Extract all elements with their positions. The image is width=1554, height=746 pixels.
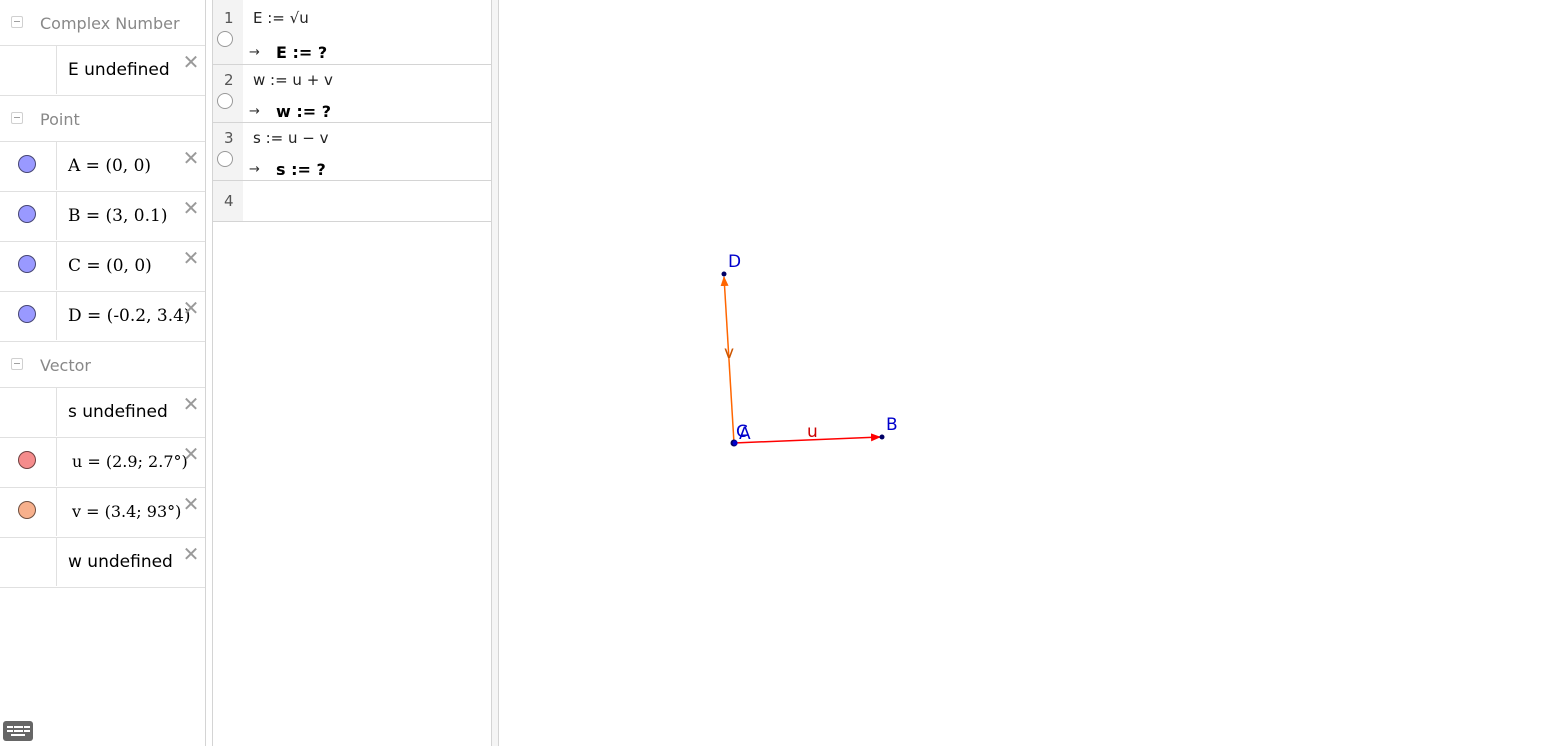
visibility-marble[interactable]: [18, 451, 36, 469]
delete-icon[interactable]: ✕: [181, 394, 201, 414]
group-label: Vector: [40, 356, 91, 375]
point-D-label: D: [728, 252, 741, 272]
cas-row-radio[interactable]: [217, 93, 233, 109]
group-label: Point: [40, 110, 80, 129]
point-B[interactable]: [879, 434, 885, 440]
group-label: Complex Number: [40, 14, 180, 33]
algebra-item-s[interactable]: s undefined ✕: [0, 387, 205, 437]
algebra-item-E[interactable]: E undefined ✕: [0, 45, 205, 95]
group-header-point[interactable]: Point: [0, 95, 205, 141]
cas-output-arrow: →: [249, 104, 260, 119]
algebra-item-text: A = (0, 0): [68, 156, 152, 176]
keyboard-key: [26, 730, 30, 732]
marble-cell: [0, 192, 57, 240]
cas-row-header: 2: [213, 65, 243, 122]
cas-output: w := ?: [276, 102, 332, 121]
cas-divider[interactable]: [492, 0, 499, 746]
cas-row-4[interactable]: 4: [213, 181, 491, 222]
point-B-label: B: [886, 415, 898, 435]
cas-row-header: 1: [213, 0, 243, 64]
algebra-item-B[interactable]: B = (3, 0.1) ✕: [0, 191, 205, 241]
cas-row-number: 4: [224, 192, 234, 210]
algebra-item-text: D = (-0.2, 3.4): [68, 306, 191, 326]
algebra-item-w[interactable]: w undefined ✕: [0, 537, 205, 588]
algebra-item-u[interactable]: u = (2.9; 2.7°) ✕: [0, 437, 205, 487]
delete-icon[interactable]: ✕: [181, 198, 201, 218]
algebra-item-text: E undefined: [68, 60, 170, 80]
cas-output-arrow: →: [249, 162, 260, 177]
cas-input[interactable]: w := u + v: [253, 71, 333, 89]
algebra-item-D[interactable]: D = (-0.2, 3.4) ✕: [0, 291, 205, 341]
graphics-view[interactable]: v u C A B D: [499, 0, 1554, 746]
algebra-item-text: B = (3, 0.1): [68, 206, 168, 226]
algebra-item-text: s undefined: [68, 402, 168, 422]
cas-view: 1 E := √u → E := ? 2 w := u + v → w := ?…: [212, 0, 492, 746]
cas-output-arrow: →: [249, 45, 260, 60]
algebra-item-text: w undefined: [68, 552, 173, 572]
cas-row-header: 3: [213, 123, 243, 180]
collapse-icon[interactable]: [11, 358, 23, 370]
marble-cell: [0, 538, 57, 586]
cas-row-radio[interactable]: [217, 151, 233, 167]
delete-icon[interactable]: ✕: [181, 444, 201, 464]
cas-row-header: 4: [213, 181, 243, 221]
visibility-marble[interactable]: [18, 305, 36, 323]
keyboard-key: [26, 726, 30, 728]
visibility-marble[interactable]: [18, 205, 36, 223]
cas-input[interactable]: E := √u: [253, 9, 309, 27]
keyboard-icon[interactable]: [3, 721, 33, 741]
algebra-item-A[interactable]: A = (0, 0) ✕: [0, 141, 205, 191]
marble-cell: [0, 292, 57, 340]
marble-cell: [0, 242, 57, 290]
cas-input[interactable]: s := u − v: [253, 129, 328, 147]
collapse-icon[interactable]: [11, 112, 23, 124]
algebra-item-text: u = (2.9; 2.7°): [72, 452, 188, 471]
point-D[interactable]: [721, 271, 727, 277]
cas-output: s := ?: [276, 160, 326, 179]
vector-v-label: v: [724, 343, 734, 363]
delete-icon[interactable]: ✕: [181, 544, 201, 564]
cas-row-2[interactable]: 2 w := u + v → w := ?: [213, 65, 491, 123]
graphics-canvas[interactable]: v u C A B D: [499, 0, 1554, 746]
algebra-view: Complex Number E undefined ✕ Point A = (…: [0, 0, 205, 746]
algebra-item-text: C = (0, 0): [68, 256, 152, 276]
algebra-item-C[interactable]: C = (0, 0) ✕: [0, 241, 205, 291]
collapse-icon[interactable]: [11, 16, 23, 28]
algebra-divider[interactable]: [205, 0, 206, 746]
marble-cell: [0, 142, 57, 190]
marble-cell: [0, 388, 57, 436]
cas-row-number: 3: [224, 129, 234, 147]
cas-row-1[interactable]: 1 E := √u → E := ?: [213, 0, 491, 65]
cas-row-3[interactable]: 3 s := u − v → s := ?: [213, 123, 491, 181]
marble-cell: [0, 488, 57, 536]
visibility-marble[interactable]: [18, 255, 36, 273]
group-header-complex-number[interactable]: Complex Number: [0, 0, 205, 45]
delete-icon[interactable]: ✕: [181, 298, 201, 318]
delete-icon[interactable]: ✕: [181, 148, 201, 168]
visibility-marble[interactable]: [18, 501, 36, 519]
delete-icon[interactable]: ✕: [181, 494, 201, 514]
algebra-item-v[interactable]: v = (3.4; 93°) ✕: [0, 487, 205, 537]
marble-cell: [0, 438, 57, 486]
cas-row-number: 2: [224, 71, 234, 89]
group-header-vector[interactable]: Vector: [0, 341, 205, 387]
visibility-marble[interactable]: [18, 155, 36, 173]
delete-icon[interactable]: ✕: [181, 248, 201, 268]
marble-cell: [0, 46, 57, 94]
point-A-label: A: [739, 424, 751, 444]
cas-output: E := ?: [276, 43, 328, 62]
delete-icon[interactable]: ✕: [181, 52, 201, 72]
cas-row-number: 1: [224, 9, 234, 27]
keyboard-spacebar: [11, 734, 25, 736]
vector-u-label: u: [807, 422, 818, 442]
cas-row-radio[interactable]: [217, 31, 233, 47]
algebra-item-text: v = (3.4; 93°): [72, 502, 182, 521]
